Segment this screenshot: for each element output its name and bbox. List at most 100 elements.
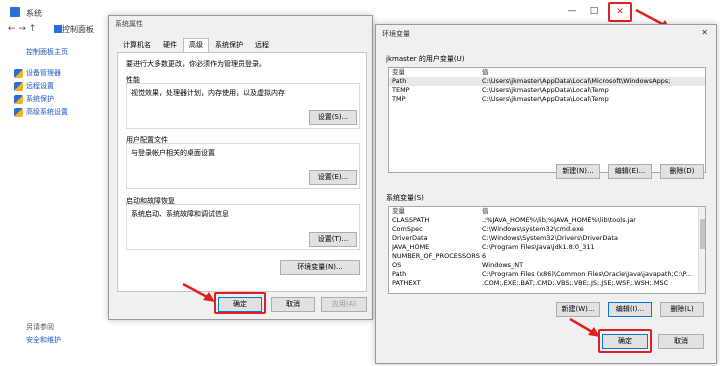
variable-value: 6 [482,252,487,260]
advanced-system-settings-link[interactable]: 高级系统设置 [14,107,68,117]
user-delete-button[interactable]: 删除(D) [660,164,704,179]
column-header-value: 值 [482,207,489,215]
column-header-variable: 变量 [392,68,405,76]
variable-name: DriverData [392,234,428,242]
list-header: 变量 值 [389,207,705,216]
system-edit-button[interactable]: 编辑(I)... [608,302,652,317]
tab-advanced[interactable]: 高级 [183,38,209,52]
scrollbar-thumb[interactable] [700,219,705,249]
device-manager-link[interactable]: 设备管理器 [14,68,61,78]
column-header-value: 值 [482,68,489,76]
system-protection-link[interactable]: 系统保护 [14,94,54,104]
link-label: 系统保护 [26,95,54,103]
user-variables-list[interactable]: 变量 值 Path C:\Users\jkmaster\AppData\Local\… [388,67,706,173]
table-row[interactable]: OS Windows_NT [389,261,705,270]
variable-value: C:\Users\jkmaster\AppData\Local\Temp [482,95,609,103]
variable-value: C:\Windows\system32\cmd.exe [482,225,584,233]
tab-remote[interactable]: 远程 [249,38,275,52]
user-new-button[interactable]: 新建(N)... [556,164,600,179]
cancel-button[interactable]: 取消 [658,334,704,349]
control-panel-home-link[interactable]: 控制面板主页 [26,47,68,57]
shield-icon [14,94,23,104]
variable-value: .;%JAVA_HOME%\lib;%JAVA_HOME%\lib\tools.… [482,216,636,224]
dialog-title: 环境变量 [382,30,410,38]
list-header: 变量 值 [389,68,705,77]
system-icon [10,7,20,17]
variable-value: .COM;.EXE;.BAT;.CMD;.VBS;.VBE;.JS;.JSE;.… [482,279,669,287]
variable-name: PATHEXT [392,279,421,287]
variable-value: C:\Program Files (x86)\Common Files\Orac… [482,270,692,278]
user-profile-desc: 与登录帐户相关的桌面设置 [131,149,215,157]
dialog-title: 系统属性 [115,20,143,28]
performance-group: 视觉效果，处理器计划，内存使用，以及虚拟内存 设置(S)... [126,83,360,129]
variable-name: ComSpec [392,225,423,233]
annotation-arrow [182,282,215,302]
table-row[interactable]: TMP C:\Users\jkmaster\AppData\Local\Temp [389,95,705,104]
user-edit-button[interactable]: 编辑(E)... [608,164,652,179]
scrollbar[interactable] [698,207,705,293]
tab-computer-name[interactable]: 计算机名 [117,38,157,52]
window-title: 系统 [26,9,42,18]
table-row[interactable]: ComSpec C:\Windows\system32\cmd.exe [389,225,705,234]
tab-system-protection[interactable]: 系统保护 [209,38,249,52]
shield-icon [14,68,23,78]
startup-recovery-settings-button[interactable]: 设置(T)... [309,232,357,247]
table-row[interactable]: Path C:\Program Files (x86)\Common Files\… [389,270,705,279]
performance-desc: 视觉效果，处理器计划，内存使用，以及虚拟内存 [131,89,285,97]
variable-name: Path [392,270,407,278]
variable-name: NUMBER_OF_PROCESSORS [392,252,480,260]
annotation-arrow [569,317,600,337]
shield-icon [14,107,23,117]
link-label: 远程设置 [26,82,54,90]
table-row[interactable]: JAVA_HOME C:\Program Files\Java\jdk1.8.0_… [389,243,705,252]
remote-settings-link[interactable]: 远程设置 [14,81,54,91]
column-header-variable: 变量 [392,207,405,215]
variable-value: Windows_NT [482,261,524,269]
environment-variables-button[interactable]: 环境变量(N)... [280,260,360,275]
system-delete-button[interactable]: 删除(L) [660,302,704,317]
apply-button[interactable]: 应用(A) [321,297,367,312]
performance-settings-button[interactable]: 设置(S)... [309,110,357,125]
user-profile-group: 与登录帐户相关的桌面设置 设置(E)... [126,143,360,189]
security-maintenance-link[interactable]: 安全和维护 [26,335,61,345]
table-row[interactable]: DriverData C:\Windows\System32\Drivers\Dr… [389,234,705,243]
table-row[interactable]: PATHEXT .COM;.EXE;.BAT;.CMD;.VBS;.VBE;.JS… [389,279,705,288]
ok-button[interactable]: 确定 [602,334,648,349]
variable-value: C:\Program Files\Java\jdk1.8.0_311 [482,243,595,251]
advanced-panel: 要进行大多数更改，你必须作为管理员登录。 性能 视觉效果，处理器计划，内存使用，… [117,52,367,292]
close-icon[interactable]: ✕ [701,28,708,37]
see-also-heading: 另请参阅 [26,323,54,331]
table-row[interactable]: Path C:\Users\jkmaster\AppData\Local\Micr… [389,77,705,86]
nav-arrows[interactable]: ← → ↑ [8,24,36,34]
link-label: 设备管理器 [26,69,61,77]
variable-name: TEMP [392,86,410,94]
environment-variables-dialog: 环境变量 ✕ jkmaster 的用户变量(U) 变量值 Path C:\User… [375,24,717,364]
shield-icon [14,81,23,91]
variable-name: Path [392,77,407,85]
table-row[interactable]: CLASSPATH .;%JAVA_HOME%\lib;%JAVA_HOME%\l… [389,216,705,225]
system-new-button[interactable]: 新建(W)... [556,302,600,317]
variable-value: C:\Windows\System32\Drivers\DriverData [482,234,618,242]
variable-name: JAVA_HOME [392,243,430,251]
tab-hardware[interactable]: 硬件 [157,38,183,52]
variable-value: C:\Users\jkmaster\AppData\Local\Microsof… [482,77,671,85]
admin-note: 要进行大多数更改，你必须作为管理员登录。 [126,60,266,68]
maximize-button[interactable]: □ [584,4,604,18]
ok-button[interactable]: 确定 [218,297,262,312]
minimize-button[interactable]: — [562,4,582,18]
system-properties-dialog: 系统属性 计算机名 硬件 高级 系统保护 远程 要进行大多数更改，你必须作为管理… [108,15,373,320]
startup-recovery-group: 系统启动、系统故障和调试信息 设置(T)... [126,204,360,250]
cancel-button[interactable]: 取消 [271,297,315,312]
user-variables-label: jkmaster 的用户变量(U) [386,55,465,63]
control-panel-icon [54,25,62,33]
table-row[interactable]: TEMP C:\Users\jkmaster\AppData\Local\Temp [389,86,705,95]
system-variables-list[interactable]: 变量 值 CLASSPATH .;%JAVA_HOME%\lib;%JAVA_HOM… [388,206,706,294]
close-button[interactable]: ✕ [608,2,632,22]
variable-value: C:\Users\jkmaster\AppData\Local\Temp [482,86,609,94]
variable-name: CLASSPATH [392,216,430,224]
address-bar[interactable]: 控制面板 [62,24,94,35]
table-row[interactable]: NUMBER_OF_PROCESSORS 6 [389,252,705,261]
user-profile-settings-button[interactable]: 设置(E)... [309,170,357,185]
variable-name: OS [392,261,402,269]
startup-recovery-desc: 系统启动、系统故障和调试信息 [131,210,229,218]
